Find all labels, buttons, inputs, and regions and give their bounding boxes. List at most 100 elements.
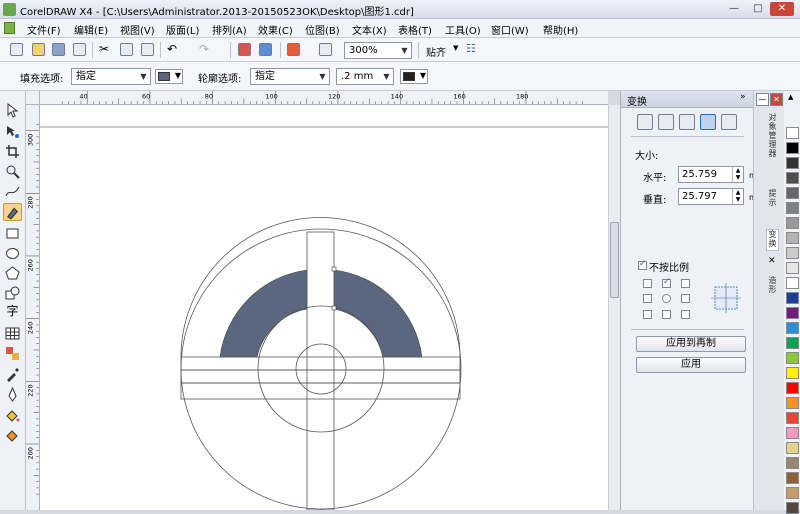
rotate-mode-icon[interactable] bbox=[658, 114, 674, 130]
application-launcher-icon[interactable] bbox=[287, 43, 300, 56]
palette-swatch[interactable] bbox=[786, 127, 799, 139]
interactive-blend-tool-icon[interactable] bbox=[5, 346, 20, 361]
fill-bucket-tool-icon[interactable] bbox=[5, 408, 20, 423]
pick-tool-icon[interactable] bbox=[5, 103, 20, 118]
anchor-middle-left[interactable] bbox=[643, 294, 652, 303]
redo-icon[interactable]: ↷ bbox=[199, 43, 212, 56]
print-icon[interactable] bbox=[73, 43, 86, 56]
close-button[interactable]: ✕ bbox=[770, 2, 794, 16]
palette-swatch[interactable] bbox=[786, 397, 799, 409]
palette-swatch[interactable] bbox=[786, 142, 799, 154]
polygon-tool-icon[interactable] bbox=[5, 266, 20, 281]
menu-help[interactable]: 帮助(H) bbox=[543, 22, 578, 37]
anchor-top-left[interactable] bbox=[643, 279, 652, 288]
menu-window[interactable]: 窗口(W) bbox=[491, 22, 529, 37]
new-document-icon[interactable] bbox=[10, 43, 23, 56]
zoom-level-select[interactable]: 300% ▼ bbox=[344, 42, 412, 59]
palette-swatch[interactable] bbox=[786, 367, 799, 379]
menu-file[interactable]: 文件(F) bbox=[27, 22, 61, 37]
palette-swatch[interactable] bbox=[786, 262, 799, 274]
anchor-middle-right[interactable] bbox=[681, 294, 690, 303]
palette-swatch[interactable] bbox=[786, 487, 799, 499]
text-tool-icon[interactable]: 字 bbox=[5, 304, 20, 319]
minimize-button[interactable]: — bbox=[722, 2, 746, 16]
crop-tool-icon[interactable] bbox=[5, 144, 20, 159]
maximize-button[interactable]: □ bbox=[746, 2, 770, 16]
fill-color-picker[interactable]: ▼ bbox=[155, 69, 183, 84]
palette-swatch[interactable] bbox=[786, 427, 799, 439]
outline-width-select[interactable]: .2 mm ▼ bbox=[336, 68, 394, 85]
chevron-down-icon[interactable]: ▼ bbox=[453, 44, 458, 52]
palette-swatch[interactable] bbox=[786, 307, 799, 319]
skew-mode-icon[interactable] bbox=[721, 114, 737, 130]
palette-swatch[interactable] bbox=[786, 217, 799, 229]
anchor-center[interactable] bbox=[662, 294, 671, 303]
docker-close-button[interactable]: ✕ bbox=[770, 93, 783, 106]
palette-swatch[interactable] bbox=[786, 412, 799, 424]
palette-swatch[interactable] bbox=[786, 232, 799, 244]
welcome-screen-icon[interactable] bbox=[319, 43, 332, 56]
spinner-arrows-icon[interactable]: ▲ ▼ bbox=[732, 167, 743, 182]
anchor-top-center[interactable]: ✓ bbox=[662, 277, 671, 288]
menu-bitmaps[interactable]: 位图(B) bbox=[305, 22, 340, 37]
filled-ring-segment-right[interactable] bbox=[333, 269, 423, 358]
anchor-top-right[interactable] bbox=[681, 279, 690, 288]
size-mode-icon[interactable] bbox=[700, 114, 716, 130]
apply-to-duplicate-button[interactable]: 应用到再制 bbox=[636, 336, 746, 352]
menu-text[interactable]: 文本(X) bbox=[352, 22, 387, 37]
horizontal-size-input[interactable]: 25.759 ▲ ▼ bbox=[678, 166, 744, 183]
palette-swatch[interactable] bbox=[786, 292, 799, 304]
position-mode-icon[interactable] bbox=[637, 114, 653, 130]
table-tool-icon[interactable] bbox=[5, 326, 20, 341]
zoom-tool-icon[interactable] bbox=[5, 164, 20, 179]
menu-arrange[interactable]: 排列(A) bbox=[212, 22, 247, 37]
palette-swatch[interactable] bbox=[786, 352, 799, 364]
vertical-bar[interactable] bbox=[306, 231, 335, 511]
docker-collapse-icon[interactable]: » bbox=[740, 92, 746, 102]
import-icon[interactable] bbox=[238, 43, 251, 56]
outline-color-picker[interactable]: ▼ bbox=[400, 69, 428, 84]
palette-swatch[interactable] bbox=[786, 172, 799, 184]
horizontal-bar-middle[interactable] bbox=[180, 369, 461, 384]
menu-view[interactable]: 视图(V) bbox=[120, 22, 155, 37]
menu-edit[interactable]: 编辑(E) bbox=[74, 22, 108, 37]
apply-button[interactable]: 应用 bbox=[636, 357, 746, 373]
vertical-size-input[interactable]: 25.797 ▲ ▼ bbox=[678, 188, 744, 205]
tab-transform[interactable]: 变换 bbox=[766, 229, 779, 251]
copy-icon[interactable] bbox=[120, 43, 133, 56]
horizontal-bar-top[interactable] bbox=[180, 356, 461, 371]
tab-close-icon[interactable]: ✕ bbox=[768, 256, 776, 266]
shape-tool-icon[interactable] bbox=[5, 124, 20, 139]
open-folder-icon[interactable] bbox=[32, 43, 45, 56]
docker-minimize-button[interactable]: — bbox=[756, 93, 769, 106]
freehand-tool-icon[interactable] bbox=[5, 184, 20, 199]
export-icon[interactable] bbox=[259, 43, 272, 56]
palette-swatch[interactable] bbox=[786, 187, 799, 199]
document-icon[interactable] bbox=[4, 22, 15, 34]
palette-swatch[interactable] bbox=[786, 442, 799, 454]
palette-swatch[interactable] bbox=[786, 457, 799, 469]
palette-scroll-up-icon[interactable]: ▲ bbox=[788, 93, 793, 101]
save-icon[interactable] bbox=[52, 43, 65, 56]
selection-node[interactable] bbox=[331, 305, 337, 311]
ruler-origin[interactable] bbox=[26, 91, 40, 105]
vertical-scrollbar[interactable] bbox=[608, 105, 620, 510]
eyedropper-tool-icon[interactable] bbox=[5, 367, 20, 382]
palette-swatch[interactable] bbox=[786, 322, 799, 334]
palette-swatch[interactable] bbox=[786, 472, 799, 484]
drawing-canvas[interactable] bbox=[40, 105, 608, 511]
proportional-checkbox[interactable]: ✓ bbox=[638, 259, 647, 270]
fill-options-select[interactable]: 指定 ▼ bbox=[71, 68, 151, 85]
scrollbar-thumb[interactable] bbox=[610, 222, 619, 298]
inner-circle[interactable] bbox=[295, 343, 347, 395]
outer-arc[interactable] bbox=[180, 217, 461, 358]
snap-to-button[interactable]: 贴齐 bbox=[426, 44, 446, 59]
scale-mirror-mode-icon[interactable] bbox=[679, 114, 695, 130]
smart-fill-tool-icon[interactable] bbox=[3, 203, 22, 221]
tab-object-manager[interactable]: 对象管理器 bbox=[766, 113, 779, 181]
cut-icon[interactable]: ✂ bbox=[99, 43, 112, 56]
options-icon[interactable]: ☷ bbox=[466, 43, 479, 56]
anchor-bottom-left[interactable] bbox=[643, 310, 652, 319]
outline-pen-tool-icon[interactable] bbox=[5, 387, 20, 402]
menu-table[interactable]: 表格(T) bbox=[398, 22, 432, 37]
